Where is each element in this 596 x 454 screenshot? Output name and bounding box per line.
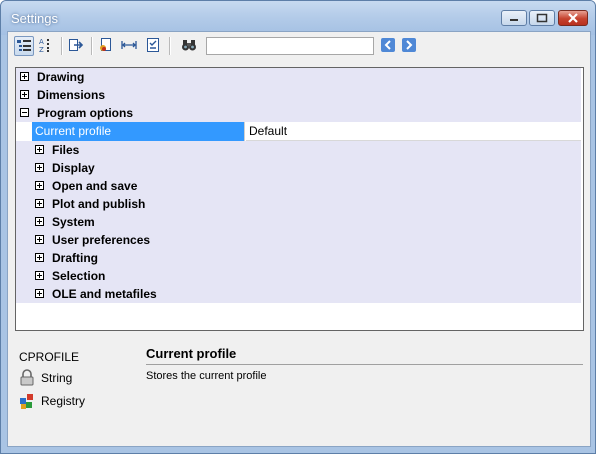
checklist-icon [147,38,159,52]
property-name[interactable]: Current profile [32,122,244,141]
category-program-options[interactable]: Program options [16,104,581,122]
find-previous-button[interactable] [379,36,399,56]
settings-client-area: AZ Drawing Dimensions Program options Cu… [7,31,591,447]
expand-icon[interactable] [35,181,44,190]
subcategory-files[interactable]: Files [16,141,581,159]
alphabetic-view-button[interactable]: AZ [37,36,57,56]
find-button[interactable] [180,36,200,56]
collapse-icon[interactable] [20,108,29,117]
subcategory-label: OLE and metafiles [52,287,157,301]
expand-icon[interactable] [35,217,44,226]
expand-icon[interactable] [35,271,44,280]
subcategory-system[interactable]: System [16,213,581,231]
command-name: CPROFILE [19,350,80,364]
property-description: Stores the current profile [146,370,267,382]
toolbar-separator [61,37,63,55]
sort-alphabetic-icon: AZ [39,38,49,53]
title-bar[interactable]: Settings [1,1,595,35]
export-button[interactable] [67,36,87,56]
subcategory-label: Selection [52,269,106,283]
column-divider [244,122,245,141]
settings-window: Settings AZ Drawing Dimensions Program o… [0,0,596,454]
property-row-current-profile[interactable]: Current profile Default [16,122,581,141]
svg-text:Z: Z [39,46,44,53]
property-value[interactable]: Default [246,122,581,141]
dimension-button[interactable] [120,36,140,56]
subcategory-label: Drafting [52,251,98,265]
category-label: Drawing [37,70,85,84]
subcategory-plot-and-publish[interactable]: Plot and publish [16,195,581,213]
subcategory-user-preferences[interactable]: User preferences [16,231,581,249]
categorized-icon [17,40,31,51]
subcategory-label: Plot and publish [52,197,146,211]
registry-icon [20,394,33,409]
minimize-button[interactable] [501,10,527,26]
category-dimensions[interactable]: Dimensions [16,86,581,104]
toolbar: AZ [14,35,584,59]
category-label: Dimensions [37,88,106,102]
find-next-button[interactable] [400,36,420,56]
lock-icon [20,369,34,386]
window-title: Settings [11,11,58,26]
maximize-button[interactable] [529,10,555,26]
expand-icon[interactable] [35,199,44,208]
close-button[interactable] [558,10,588,26]
search-input[interactable] [206,37,374,55]
subcategory-label: User preferences [52,233,151,247]
expand-icon[interactable] [35,289,44,298]
arrow-left-icon [381,38,395,52]
subcategory-label: Open and save [52,179,138,193]
subcategory-label: Files [52,143,80,157]
settings-tree-grid: Drawing Dimensions Program options Curre… [15,67,584,331]
subcategory-selection[interactable]: Selection [16,267,581,285]
property-info-panel: CPROFILE String Registry Current profile… [8,337,590,445]
expand-icon[interactable] [35,235,44,244]
minimize-icon [510,19,518,21]
category-drawing[interactable]: Drawing [16,68,581,86]
export-icon [69,39,84,51]
category-label: Program options [37,106,134,120]
categorized-view-button[interactable] [14,36,34,56]
svg-text:A: A [39,38,44,46]
arrow-right-icon [402,38,416,52]
expand-icon[interactable] [20,72,29,81]
subcategory-ole-and-metafiles[interactable]: OLE and metafiles [16,285,581,303]
expand-icon[interactable] [20,90,29,99]
subcategory-label: System [52,215,95,229]
close-icon [568,13,578,23]
expand-icon[interactable] [35,253,44,262]
binoculars-icon [182,40,196,51]
toolbar-separator [91,37,93,55]
property-storage-label: Registry [41,394,86,408]
checklist-button[interactable] [144,36,164,56]
property-type-label: String [41,371,73,385]
toolbar-separator [169,37,171,55]
divider [146,364,583,365]
profile-button[interactable] [97,36,117,56]
subcategory-drafting[interactable]: Drafting [16,249,581,267]
subcategory-display[interactable]: Display [16,159,581,177]
expand-icon[interactable] [35,163,44,172]
maximize-icon [536,13,548,23]
subcategory-open-and-save[interactable]: Open and save [16,177,581,195]
subcategory-label: Display [52,161,95,175]
dimension-icon [121,41,137,49]
expand-icon[interactable] [35,145,44,154]
profile-icon [100,38,111,51]
property-title: Current profile [146,346,237,361]
